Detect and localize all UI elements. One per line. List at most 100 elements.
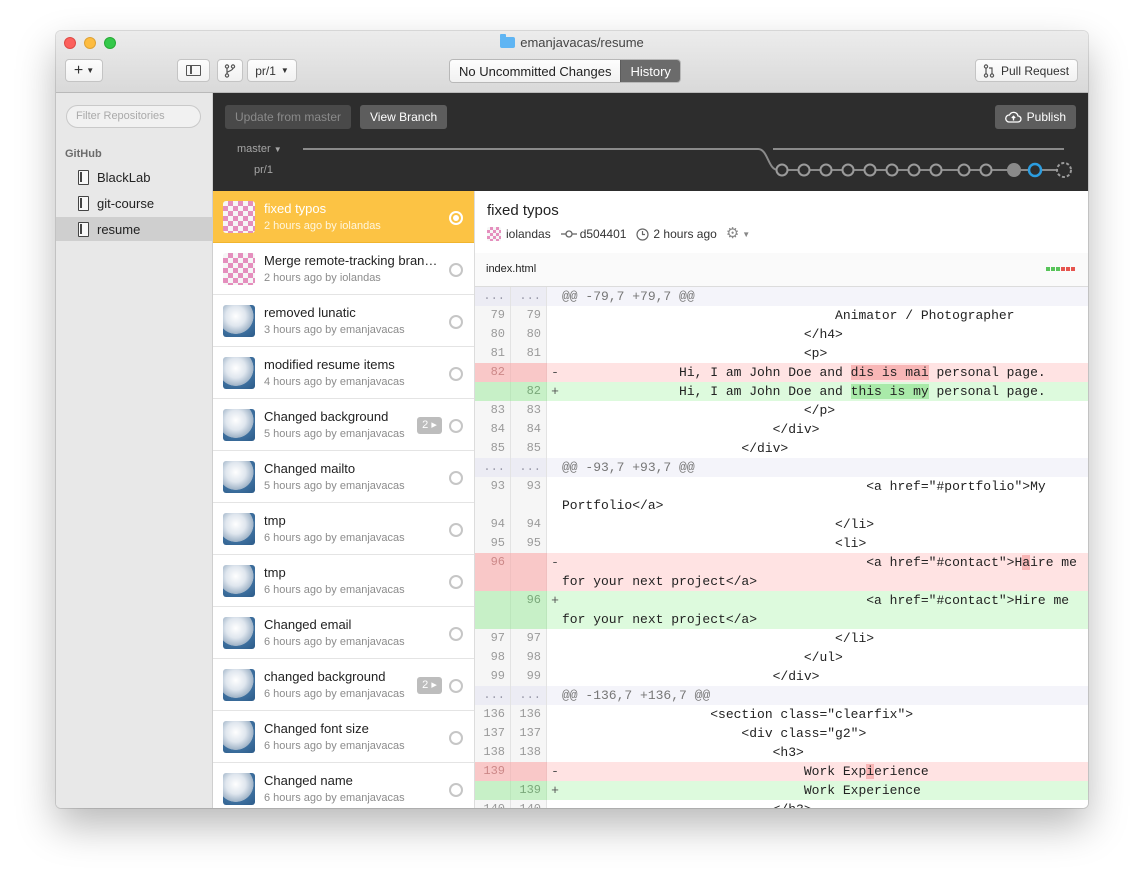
- commit-meta: 2 hours ago by iolandas: [264, 220, 381, 232]
- commit-row[interactable]: removed lunatic 3 hours ago by emanjavac…: [213, 295, 474, 347]
- commit-row[interactable]: Changed email 6 hours ago by emanjavacas: [213, 607, 474, 659]
- diff-line[interactable]: 136 136 <section class="clearfix">: [475, 705, 1088, 724]
- diff-line[interactable]: 85 85 </div>: [475, 439, 1088, 458]
- new-line-number: ...: [511, 686, 547, 705]
- repository-sidebar: Filter Repositories GitHub BlackLab git-…: [56, 93, 213, 808]
- diff-line[interactable]: 82 + Hi, I am John Doe and this is my per…: [475, 382, 1088, 401]
- diff-sign: [548, 667, 562, 686]
- sidebar-item-resume[interactable]: resume: [56, 217, 213, 241]
- pull-request-icon: [983, 63, 995, 78]
- diff-line[interactable]: 139 - Work Expierience: [475, 762, 1088, 781]
- sidebar-item-label: resume: [97, 221, 141, 237]
- old-line-number: 85: [475, 439, 511, 458]
- chevron-down-icon[interactable]: ▼: [742, 230, 750, 239]
- commit-row[interactable]: Changed font size 6 hours ago by emanjav…: [213, 711, 474, 763]
- filter-repositories-input[interactable]: Filter Repositories: [66, 105, 201, 128]
- commit-marker-icon: [449, 575, 463, 589]
- avatar: [223, 305, 255, 337]
- diff-hunk-header[interactable]: ...... @@ -93,7 +93,7 @@: [475, 458, 1088, 477]
- changed-text-highlight: dis is mai: [850, 365, 929, 380]
- avatar: [223, 565, 255, 597]
- tab-history[interactable]: History: [620, 60, 680, 82]
- diff-sign: +: [551, 593, 559, 608]
- commit-meta: 2 hours ago by iolandas: [264, 272, 381, 284]
- diff-hunk-header[interactable]: ...... @@ -79,7 +79,7 @@: [475, 287, 1088, 306]
- diff-line[interactable]: 79 79 Animator / Photographer: [475, 306, 1088, 325]
- diff-line[interactable]: 80 80 </h4>: [475, 325, 1088, 344]
- old-line-number: 140: [475, 800, 511, 808]
- commit-row[interactable]: Changed name 6 hours ago by emanjavacas: [213, 763, 474, 808]
- commit-title: Changed email: [264, 617, 352, 632]
- commit-meta: 6 hours ago by emanjavacas: [264, 688, 405, 700]
- commit-title: modified resume items: [264, 357, 395, 372]
- sidebar-item-label: BlackLab: [97, 169, 151, 185]
- commit-sha[interactable]: d504401: [580, 227, 627, 241]
- new-line-number: 140: [511, 800, 547, 808]
- toggle-sidebar-button[interactable]: [177, 59, 210, 82]
- diff-line[interactable]: 83 83 </p>: [475, 401, 1088, 420]
- sidebar-item-blacklab[interactable]: BlackLab: [56, 165, 213, 189]
- gear-icon[interactable]: ⚙: [726, 226, 739, 241]
- diff-line[interactable]: 82 - Hi, I am John Doe and dis is mai per…: [475, 363, 1088, 382]
- old-line-number: 137: [475, 724, 511, 743]
- new-line-number: 99: [511, 667, 547, 686]
- merge-count-badge[interactable]: 2 ▸: [417, 677, 442, 694]
- diff-sign: [548, 686, 562, 705]
- commit-row[interactable]: fixed typos 2 hours ago by iolandas: [213, 191, 474, 243]
- sidebar-item-git-course[interactable]: git-course: [56, 191, 213, 215]
- diff-line[interactable]: 99 99 </div>: [475, 667, 1088, 686]
- diff-sign: [548, 515, 562, 534]
- commit-title: Changed mailto: [264, 461, 356, 476]
- old-line-number: 80: [475, 325, 511, 344]
- commit-row[interactable]: tmp 6 hours ago by emanjavacas: [213, 503, 474, 555]
- branch-select[interactable]: pr/1 ▼: [247, 59, 297, 82]
- old-line-number: 97: [475, 629, 511, 648]
- sidebar-item-label: git-course: [97, 195, 155, 211]
- avatar: [223, 409, 255, 441]
- commit-row[interactable]: Changed background 5 hours ago by emanja…: [213, 399, 474, 451]
- diff-line[interactable]: 97 97 </li>: [475, 629, 1088, 648]
- commit-meta: 3 hours ago by emanjavacas: [264, 324, 405, 336]
- add-menu-button[interactable]: + ▼: [65, 59, 103, 82]
- diff-line[interactable]: 94 94 </li>: [475, 515, 1088, 534]
- diff-line[interactable]: 81 81 <p>: [475, 344, 1088, 363]
- commit-title: Changed name: [264, 773, 353, 788]
- branch-button[interactable]: [217, 59, 243, 82]
- commit-row[interactable]: modified resume items 4 hours ago by ema…: [213, 347, 474, 399]
- pull-request-button[interactable]: Pull Request: [975, 59, 1078, 82]
- tab-uncommitted-changes[interactable]: No Uncommitted Changes: [450, 60, 621, 82]
- chevron-down-icon: ▼: [86, 66, 95, 75]
- diff-line[interactable]: 138 138 <h3>: [475, 743, 1088, 762]
- merge-commit-dot: [1007, 163, 1021, 177]
- diff-hunk-header[interactable]: ...... @@ -136,7 +136,7 @@: [475, 686, 1088, 705]
- new-line-number: 79: [511, 306, 547, 325]
- commit-row[interactable]: tmp 6 hours ago by emanjavacas: [213, 555, 474, 607]
- diff-view: ...... @@ -79,7 +79,7 @@ 79 79 Animator / P…: [475, 287, 1088, 808]
- old-line-number: 98: [475, 648, 511, 667]
- commit-icon: [560, 230, 577, 238]
- code-text: </div>: [562, 422, 820, 437]
- diff-line[interactable]: 98 98 </ul>: [475, 648, 1088, 667]
- diff-line[interactable]: 93 93 <a href="#portfolio">My Portfolio</…: [475, 477, 1088, 515]
- commit-marker-icon: [449, 263, 463, 277]
- commit-row[interactable]: Changed mailto 5 hours ago by emanjavaca…: [213, 451, 474, 503]
- file-header[interactable]: index.html: [475, 253, 1088, 287]
- new-line-number: [511, 363, 547, 382]
- diff-line[interactable]: 95 95 <li>: [475, 534, 1088, 553]
- commit-title: Merge remote-tracking branch 'origin/mas…: [264, 253, 442, 268]
- commit-row[interactable]: Merge remote-tracking branch 'origin/mas…: [213, 243, 474, 295]
- diff-line[interactable]: 84 84 </div>: [475, 420, 1088, 439]
- diff-line[interactable]: 139 + Work Experience: [475, 781, 1088, 800]
- diff-sign: [548, 439, 562, 458]
- new-line-number: 80: [511, 325, 547, 344]
- code-text: <section class="clearfix">: [562, 707, 914, 722]
- diff-line[interactable]: 137 137 <div class="g2">: [475, 724, 1088, 743]
- old-line-number: 138: [475, 743, 511, 762]
- diff-line[interactable]: 96 + <a href="#contact">Hire me for your …: [475, 591, 1088, 629]
- diff-sign: +: [551, 783, 559, 798]
- diff-line[interactable]: 140140 </h3>: [475, 800, 1088, 808]
- commit-row[interactable]: changed background 6 hours ago by emanja…: [213, 659, 474, 711]
- diff-line[interactable]: 96 - <a href="#contact">Haire me for your…: [475, 553, 1088, 591]
- merge-count-badge[interactable]: 2 ▸: [417, 417, 442, 434]
- window-title: emanjavacas/resume: [56, 34, 1088, 50]
